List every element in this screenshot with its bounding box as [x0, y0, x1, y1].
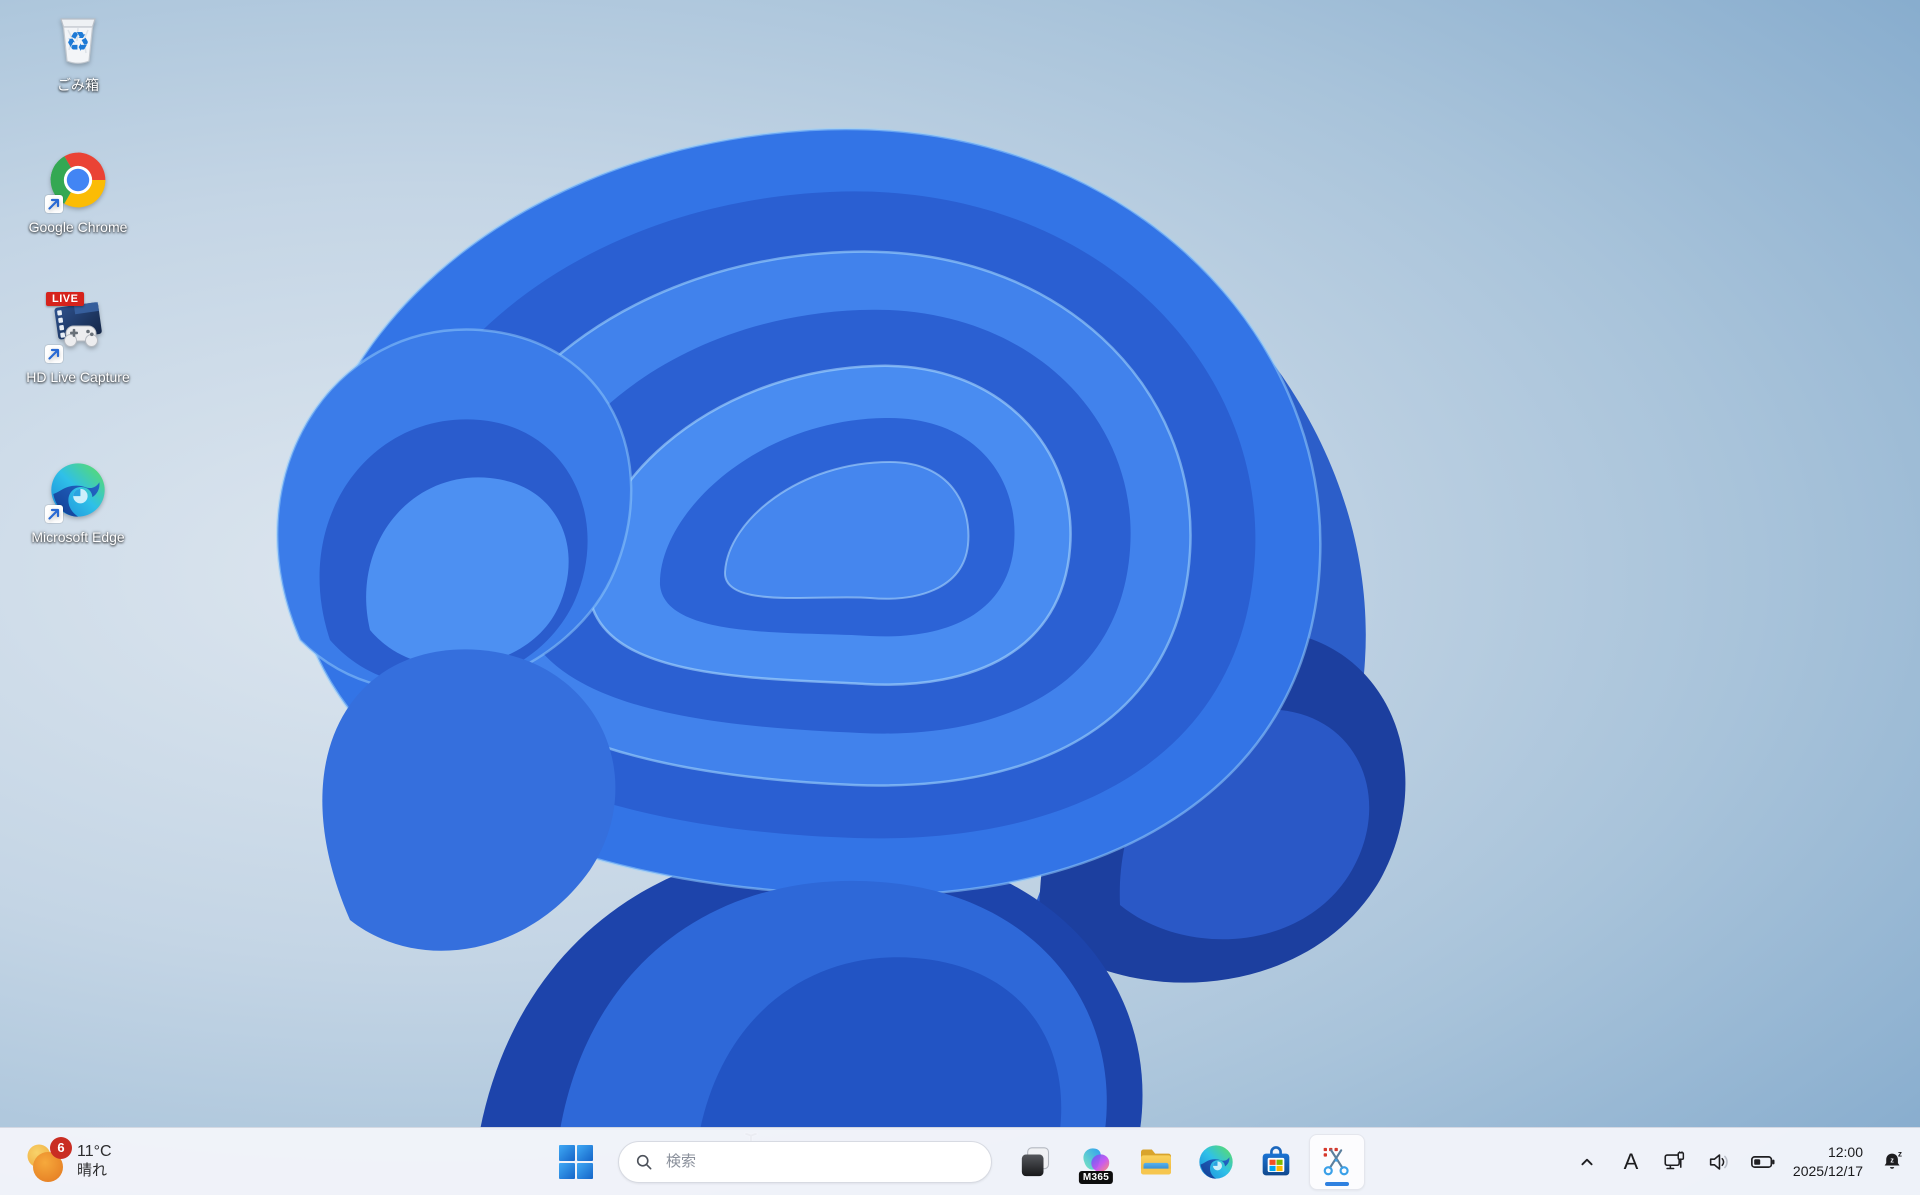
desktop-icon-google-chrome[interactable]: Google Chrome: [16, 148, 140, 235]
microsoft-store-icon: [1262, 1145, 1290, 1175]
tray-ime-mode-button[interactable]: A: [1610, 1140, 1652, 1184]
do-not-disturb-bell-icon: z z: [1884, 1149, 1902, 1169]
shortcut-arrow-icon: [45, 345, 63, 363]
tray-notification-center-button[interactable]: z z: [1872, 1140, 1914, 1184]
weather-sun-icon: 6: [22, 1136, 72, 1185]
weather-temperature: 11°C: [77, 1143, 112, 1161]
battery-icon: [1750, 1155, 1775, 1168]
tray-show-hidden-icons-button[interactable]: [1566, 1140, 1608, 1184]
svg-text:z: z: [1890, 1157, 1894, 1164]
edge-icon: [1199, 1144, 1233, 1179]
taskbar-app-snipping-tool[interactable]: [1309, 1133, 1365, 1190]
taskbar-app-copilot-m365[interactable]: M365: [1069, 1135, 1123, 1189]
chevron-up-icon: [1581, 1158, 1593, 1165]
shortcut-arrow-icon: [45, 195, 63, 213]
desktop: ♻ ごみ箱 Google Chrome LIVE HD Live Capture…: [0, 0, 1920, 1195]
speaker-volume-icon: [1709, 1153, 1728, 1170]
desktop-icon-recycle-bin[interactable]: ♻ ごみ箱: [16, 6, 140, 93]
tray-battery-button[interactable]: [1742, 1140, 1784, 1184]
recycle-bin-icon: ♻: [60, 18, 96, 64]
desktop-icon-hd-live-capture[interactable]: LIVE HD Live Capture: [16, 292, 140, 385]
desktop-icon-label: ごみ箱: [57, 77, 99, 93]
notification-count-badge: 6: [50, 1136, 72, 1159]
file-explorer-icon: [1141, 1149, 1171, 1174]
taskbar-app-microsoft-store[interactable]: [1249, 1135, 1303, 1189]
clock-time: 12:00: [1827, 1144, 1863, 1161]
tray-volume-button[interactable]: [1698, 1140, 1740, 1184]
svg-text:♻: ♻: [66, 27, 90, 57]
taskbar-app-edge[interactable]: [1189, 1135, 1243, 1189]
active-app-indicator: [1325, 1181, 1349, 1186]
taskbar-app-file-explorer[interactable]: [1129, 1135, 1183, 1189]
m365-badge: M365: [1078, 1170, 1114, 1184]
taskbar: 6 11°C 晴れ 検索 M365 A 12:00 2025/12/17 z z: [0, 1127, 1920, 1195]
clock-date: 2025/12/17: [1792, 1162, 1863, 1179]
snipping-tool-icon: [1323, 1147, 1349, 1175]
live-badge: LIVE: [46, 292, 85, 306]
search-input[interactable]: [664, 1152, 975, 1171]
ime-mode-indicator: A: [1623, 1148, 1639, 1174]
wallpaper-bloom-image: [275, 127, 1406, 1130]
svg-text:z: z: [1898, 1149, 1902, 1159]
windows-logo-icon: [559, 1144, 593, 1179]
ethernet-network-icon: [1664, 1150, 1685, 1169]
desktop-icon-microsoft-edge[interactable]: Microsoft Edge: [16, 458, 140, 545]
desktop-icon-label: Google Chrome: [28, 219, 128, 235]
shortcut-arrow-icon: [45, 505, 63, 523]
desktop-icon-label: HD Live Capture: [26, 369, 130, 385]
task-view-icon: [1021, 1146, 1050, 1176]
tray-clock[interactable]: 12:00 2025/12/17: [1786, 1143, 1870, 1180]
weather-condition: 晴れ: [77, 1162, 108, 1180]
search-icon: [636, 1154, 652, 1169]
start-button[interactable]: [552, 1138, 600, 1186]
widgets-weather-button[interactable]: 6 11°C 晴れ: [12, 1134, 122, 1190]
taskbar-search-box[interactable]: [618, 1140, 992, 1183]
tray-network-button[interactable]: [1654, 1140, 1696, 1184]
taskbar-app-task-view[interactable]: [1009, 1135, 1063, 1189]
